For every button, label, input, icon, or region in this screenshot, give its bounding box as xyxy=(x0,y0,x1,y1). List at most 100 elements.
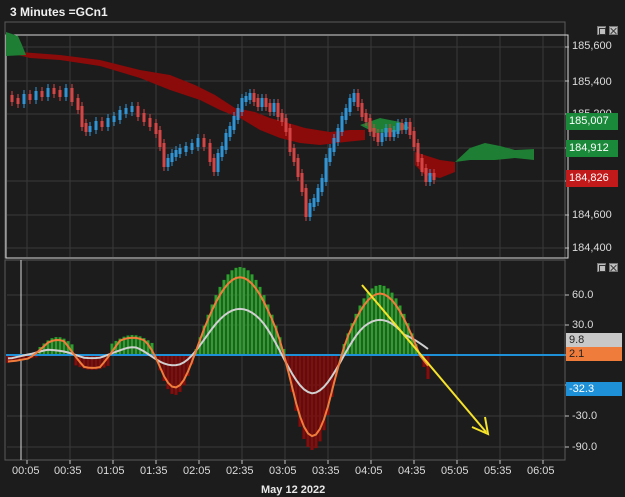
candle-body xyxy=(224,133,228,150)
date-label: May 12 2022 xyxy=(261,484,326,496)
time-axis-label: 06:05 xyxy=(527,465,555,477)
candle-body xyxy=(158,130,162,147)
candle-body xyxy=(208,143,212,162)
candle-body xyxy=(178,148,182,154)
time-axis-label: 04:35 xyxy=(398,465,426,477)
candle-body xyxy=(34,91,38,100)
chart-canvas[interactable] xyxy=(0,0,625,497)
candle-body xyxy=(268,103,272,112)
candle-body xyxy=(396,123,400,134)
cloud-bullish-1 xyxy=(6,32,26,56)
candle-body xyxy=(100,121,104,127)
candle-body xyxy=(376,133,380,142)
candle-body xyxy=(40,91,44,97)
candle-body xyxy=(232,116,236,130)
candle-body xyxy=(16,98,20,104)
candle-body xyxy=(28,94,32,100)
candle-body xyxy=(380,133,384,142)
candle-body xyxy=(252,93,256,102)
candle-body xyxy=(392,130,396,137)
indicator-axis-label: 60.0 xyxy=(572,289,594,301)
price-tag: 185,007 xyxy=(566,113,618,130)
time-axis-label: 03:35 xyxy=(312,465,340,477)
candle-body xyxy=(112,116,116,122)
candle-body xyxy=(296,158,300,177)
candle-body xyxy=(332,138,336,152)
candle-body xyxy=(76,98,80,110)
candle-body xyxy=(304,188,308,217)
candle-body xyxy=(106,118,110,127)
candle-body xyxy=(344,108,348,120)
price-axis-label: 185,400 xyxy=(572,76,612,88)
candle-body xyxy=(280,113,284,122)
price-axis-label: 184,400 xyxy=(572,242,612,254)
candle-body xyxy=(432,173,436,180)
histogram-bar xyxy=(174,355,178,395)
histogram-bar xyxy=(426,355,430,379)
candle-body xyxy=(70,88,74,102)
time-axis-label: 02:05 xyxy=(183,465,211,477)
candle-body xyxy=(174,150,178,157)
candle-body xyxy=(58,90,62,97)
candle-body xyxy=(124,108,128,114)
candle-body xyxy=(300,173,304,192)
candle-body xyxy=(276,103,280,117)
candle-body xyxy=(336,128,340,142)
candle-body xyxy=(118,110,122,120)
time-axis-label: 01:05 xyxy=(97,465,125,477)
candle-body xyxy=(162,143,166,167)
candle-body xyxy=(308,203,312,217)
candle-body xyxy=(360,103,364,117)
candle-body xyxy=(384,128,388,137)
candle-body xyxy=(416,143,420,162)
candle-body xyxy=(154,123,158,134)
candle-body xyxy=(130,106,134,112)
indicator-axis-label: -30.0 xyxy=(572,410,598,422)
candle-body xyxy=(292,148,296,162)
histogram-bar xyxy=(170,355,174,394)
candle-body xyxy=(136,106,140,117)
price-tag-current: 184,826 xyxy=(566,170,618,187)
trend-arrow xyxy=(361,284,487,433)
indicator-axis-label: 30.0 xyxy=(572,319,594,331)
time-axis-label: 05:35 xyxy=(484,465,512,477)
price-axis-label: 185,600 xyxy=(572,40,612,52)
price-tag: 184,912 xyxy=(566,140,618,157)
candle-body xyxy=(328,148,332,162)
candle-body xyxy=(196,138,200,147)
candle-body xyxy=(170,153,174,162)
histogram-bar xyxy=(234,267,238,355)
candle-body xyxy=(244,96,248,102)
candle-body xyxy=(84,123,88,132)
candle-body xyxy=(88,126,92,132)
candle-body xyxy=(248,93,252,100)
candle-body xyxy=(202,138,206,147)
candle-body xyxy=(212,158,216,172)
macd-value-tag: 2.1 xyxy=(566,347,622,361)
candle-body xyxy=(264,98,268,107)
candle-body xyxy=(372,128,376,137)
candle-body xyxy=(368,118,372,132)
candle-body xyxy=(316,188,320,202)
candle-body xyxy=(142,113,146,122)
histogram-bar xyxy=(230,270,234,355)
candle-body xyxy=(10,95,14,102)
candle-body xyxy=(324,158,328,182)
candle-body xyxy=(220,146,224,157)
time-axis-label: 01:35 xyxy=(140,465,168,477)
candle-body xyxy=(352,93,356,102)
time-axis-label: 04:05 xyxy=(355,465,383,477)
candle-body xyxy=(240,98,244,112)
candle-body xyxy=(288,128,292,152)
candle-body xyxy=(80,106,84,127)
candle-body xyxy=(272,103,276,112)
time-axis-label: 00:35 xyxy=(54,465,82,477)
cloud-bullish-3 xyxy=(455,143,534,162)
histogram-bar xyxy=(238,267,242,355)
candle-body xyxy=(236,108,240,120)
candle-body xyxy=(94,121,98,130)
candle-body xyxy=(408,122,412,135)
time-axis-label: 05:05 xyxy=(441,465,469,477)
price-axis-label: 184,600 xyxy=(572,209,612,221)
candle-body xyxy=(228,126,232,137)
